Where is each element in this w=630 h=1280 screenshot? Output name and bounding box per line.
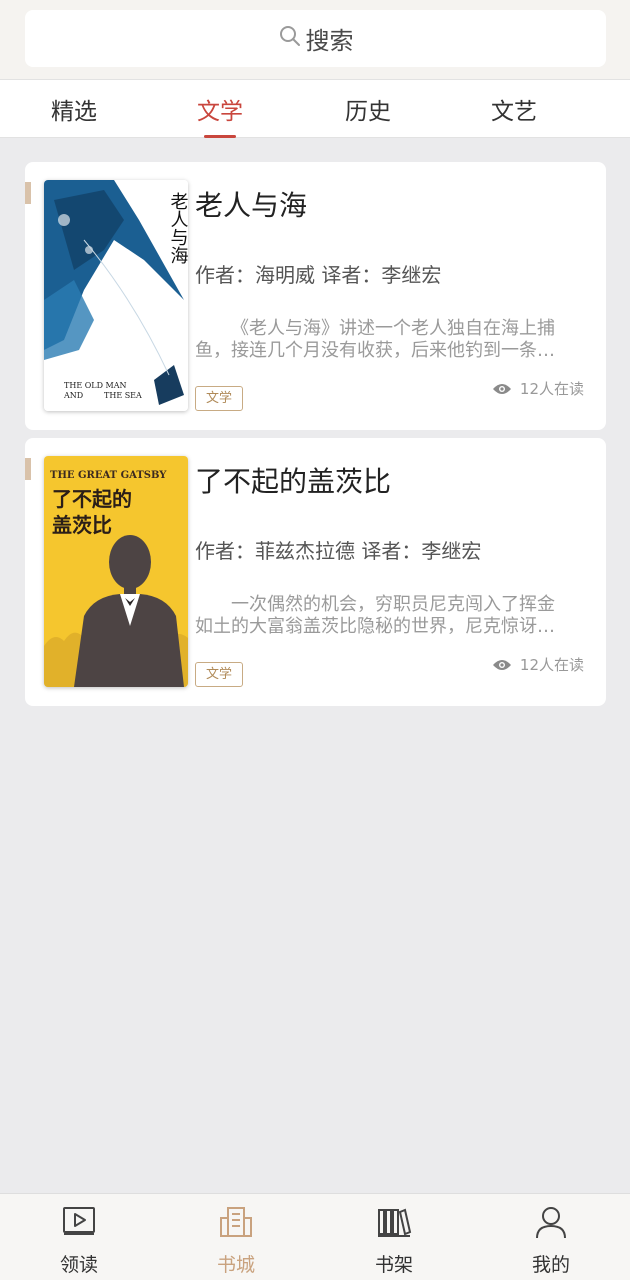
bookshelf-icon [378,1208,412,1237]
cover-title: 老人与海 [168,192,189,264]
book-category-tag[interactable]: 文学 [195,662,244,687]
nav-label: 我的 [531,1254,570,1276]
search-placeholder: 搜索 [305,27,354,55]
cover-english-title: THE GREAT GATSBY [50,470,167,481]
reader-count-text: 12人在读 [519,380,584,398]
tab-lishi[interactable]: 历史 [308,80,428,138]
cover-english-title: AND [63,391,83,400]
nav-lingdu[interactable]: 领读 [19,1194,139,1280]
card-marker [25,182,31,204]
app-root: 搜索 精选 文学 历史 文艺 老人与海 THE OLD MAN AND THE … [0,0,630,1280]
tab-jingxuan[interactable]: 精选 [14,80,134,138]
reader-count: 12人在读 [492,378,584,399]
tab-underline [204,135,236,138]
book-author: 作者：菲兹杰拉德 译者：李继宏 [195,539,482,563]
book-title[interactable]: 老人与海 [195,184,307,224]
book-description: 一次偶然的机会，穷职员尼克闯入了挥金如土的大富翁盖茨比隐秘的世界，尼克惊讶… [195,594,555,637]
search-input[interactable]: 搜索 [25,10,606,67]
nav-shucheng[interactable]: 书城 [176,1194,296,1280]
cover-title: 盖茨比 [52,513,112,537]
reader-count-text: 12人在读 [519,656,584,674]
book-cover[interactable]: THE GREAT GATSBY 了不起的 盖茨比 [44,456,188,687]
tab-label: 文学 [197,99,243,125]
book-title[interactable]: 了不起的盖茨比 [195,460,391,500]
bottom-navigation: 领读 书城 书架 我的 [0,1193,630,1280]
play-book-icon [63,1207,95,1235]
book-cover[interactable]: 老人与海 THE OLD MAN AND THE SEA [44,180,188,411]
tab-label: 精选 [51,99,97,125]
tab-wenxue[interactable]: 文学 [160,80,280,138]
nav-label: 领读 [59,1254,98,1276]
cover-english-title: THE SEA [104,391,142,400]
reader-count: 12人在读 [492,654,584,675]
cover-english-title: THE OLD MAN [64,381,127,390]
search-icon [279,25,300,46]
user-icon [536,1207,566,1239]
cover-title: 了不起的 [52,487,132,511]
book-author: 作者：海明威 译者：李继宏 [195,263,442,287]
city-icon [220,1207,252,1237]
book-category-tag[interactable]: 文学 [195,386,244,411]
tab-label: 文艺 [491,99,537,125]
book-card[interactable]: 老人与海 THE OLD MAN AND THE SEA 老人与海 作者：海明威… [25,162,606,430]
nav-label: 书架 [374,1254,413,1276]
book-description: 《老人与海》讲述一个老人独自在海上捕鱼，接连几个月没有收获，后来他钓到一条… [195,318,555,361]
eye-icon [492,383,511,394]
category-tabs: 精选 文学 历史 文艺 [0,79,630,138]
nav-label: 书城 [216,1254,255,1276]
book-card[interactable]: THE GREAT GATSBY 了不起的 盖茨比 了不起的盖茨比 作者：菲兹杰… [25,438,606,706]
nav-shujia[interactable]: 书架 [334,1194,454,1280]
eye-icon [492,659,511,670]
tab-wenyi[interactable]: 文艺 [454,80,574,138]
tab-label: 历史 [345,99,391,125]
gatsby-cover-art: THE GREAT GATSBY 了不起的 盖茨比 [44,456,188,687]
nav-wode[interactable]: 我的 [491,1194,611,1280]
search-header: 搜索 [0,0,630,79]
old-man-sea-cover-art: 老人与海 THE OLD MAN AND THE SEA [44,180,188,411]
card-marker [25,458,31,480]
